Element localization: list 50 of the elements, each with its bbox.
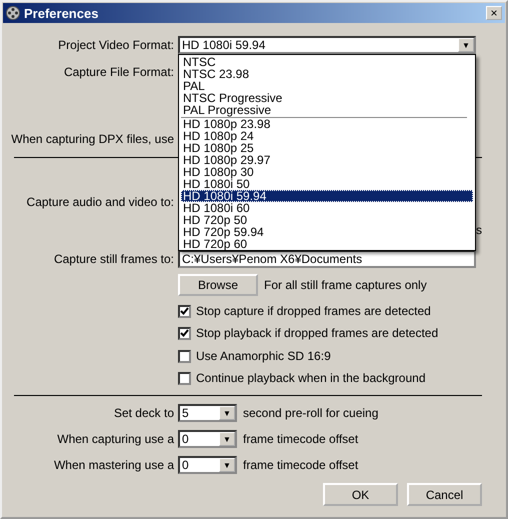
- video-format-dropdown[interactable]: HD 1080i 59.94 ▼: [178, 36, 476, 54]
- dropdown-option[interactable]: HD 720p 50: [181, 214, 473, 226]
- field-label: Project Video Format:: [58, 38, 174, 52]
- checkbox-label[interactable]: Stop playback if dropped frames are detected: [196, 326, 438, 340]
- field-label: Capture still frames to:: [54, 252, 174, 266]
- unit-label: frame timecode offset: [243, 432, 358, 446]
- unit-label: second pre-roll for cueing: [243, 406, 378, 420]
- dropdown-option[interactable]: HD 1080i 60: [181, 202, 473, 214]
- dropdown-option[interactable]: HD 1080i 59.94: [181, 190, 473, 202]
- checkbox[interactable]: [178, 372, 191, 384]
- dropdown-option[interactable]: NTSC: [181, 56, 473, 68]
- cancel-button[interactable]: Cancel: [407, 483, 482, 506]
- field-label: Capture audio and video to:: [26, 195, 174, 209]
- dropdown-option[interactable]: PAL Progressive: [181, 104, 473, 116]
- dropdown-option[interactable]: HD 1080p 24: [181, 130, 473, 142]
- dropdown-option[interactable]: HD 1080p 30: [181, 166, 473, 178]
- checkmark-icon: [180, 307, 189, 315]
- checkbox[interactable]: [178, 326, 191, 340]
- dropdown-option[interactable]: HD 720p 60: [181, 238, 473, 250]
- hint-text: For all still frame captures only: [264, 278, 427, 292]
- dropdown-option[interactable]: HD 720p 59.94: [181, 226, 473, 238]
- unit-label: frame timecode offset: [243, 458, 358, 472]
- field-label: Capture File Format:: [64, 65, 174, 79]
- checkbox-label[interactable]: Use Anamorphic SD 16:9: [196, 349, 331, 363]
- dropdown-option[interactable]: NTSC 23.98: [181, 68, 473, 80]
- number-dropdown[interactable]: 5 ▼: [178, 404, 237, 422]
- checkbox-label[interactable]: Stop capture if dropped frames are detected: [196, 304, 431, 318]
- dropdown-option[interactable]: HD 1080p 23.98: [181, 118, 473, 130]
- window-title: Preferences: [24, 6, 100, 20]
- checkbox-label[interactable]: Continue playback when in the background: [196, 371, 426, 385]
- dropdown-option[interactable]: NTSC Progressive: [181, 92, 473, 104]
- film-reel-icon: [6, 6, 20, 20]
- dropdown-option[interactable]: HD 1080p 29.97: [181, 154, 473, 166]
- checkbox[interactable]: [178, 304, 191, 318]
- field-label: Set deck to: [114, 406, 174, 420]
- path-field[interactable]: C:¥Users¥Penom X6¥Documents: [178, 250, 476, 268]
- number-dropdown[interactable]: 0 ▼: [178, 430, 237, 448]
- dropdown-option[interactable]: HD 1080p 25: [181, 142, 473, 154]
- number-dropdown[interactable]: 0 ▼: [178, 456, 237, 474]
- checkmark-icon: [180, 329, 189, 337]
- field-label: When capturing use a: [57, 432, 174, 446]
- browse-button[interactable]: Browse: [178, 274, 258, 296]
- ok-button[interactable]: OK: [323, 483, 398, 506]
- checkbox[interactable]: [178, 350, 191, 362]
- dropdown-option[interactable]: PAL: [181, 80, 473, 92]
- close-button[interactable]: ×: [486, 6, 502, 20]
- field-label: When capturing DPX files, use: [11, 132, 174, 146]
- partial-text: s: [476, 223, 482, 237]
- field-label: When mastering use a: [54, 458, 174, 472]
- dropdown-option[interactable]: HD 1080i 50: [181, 178, 473, 190]
